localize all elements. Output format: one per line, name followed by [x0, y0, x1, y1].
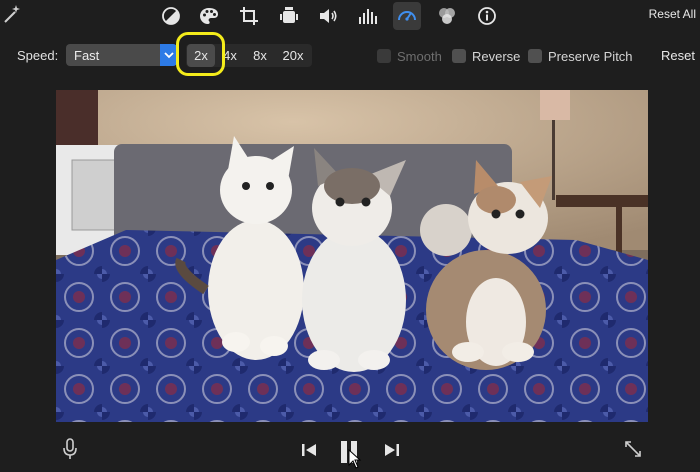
chevron-down-icon — [160, 44, 177, 66]
magic-wand-icon[interactable] — [2, 3, 22, 25]
skip-back-icon — [302, 444, 316, 456]
smooth-checkbox-box — [377, 49, 391, 63]
reset-button[interactable]: Reset — [661, 48, 695, 63]
preserve-pitch-checkbox-box — [528, 49, 542, 63]
video-preview[interactable] — [56, 90, 648, 422]
speed-controls: Speed: Fast 2x 4x 8x 20x Smooth Reverse … — [0, 36, 700, 76]
expand-icon — [625, 441, 641, 457]
stabilization-icon — [280, 7, 298, 23]
info-button[interactable] — [473, 2, 501, 30]
fullscreen-button[interactable] — [622, 438, 644, 460]
highlight-annotation — [176, 32, 225, 76]
reverse-label: Reverse — [472, 48, 521, 64]
reset-all-button[interactable]: Reset All — [649, 7, 696, 21]
skip-back-button[interactable] — [298, 440, 320, 460]
kitten-calico-center — [302, 148, 406, 372]
reverse-checkbox-box — [452, 49, 466, 63]
video-frame-kittens — [56, 90, 648, 422]
clip-filter-button[interactable] — [433, 2, 461, 30]
clip-filter-icon — [439, 8, 455, 24]
color-correction-button[interactable] — [195, 2, 223, 30]
skip-forward-button[interactable] — [381, 440, 403, 460]
volume-button[interactable] — [314, 2, 342, 30]
color-correction-icon — [200, 8, 218, 24]
multiplier-8x-button[interactable]: 8x — [248, 44, 272, 67]
color-balance-icon — [162, 7, 180, 25]
speed-icon — [398, 11, 416, 21]
mouse-cursor — [346, 448, 364, 470]
speed-select[interactable]: Fast — [66, 44, 177, 66]
preserve-pitch-label: Preserve Pitch — [548, 48, 633, 64]
equalizer-button[interactable] — [354, 2, 382, 30]
preserve-pitch-checkbox[interactable]: Preserve Pitch — [528, 48, 633, 64]
crop-icon — [240, 7, 258, 25]
speed-select-value: Fast — [74, 48, 100, 63]
cursor-arrow-icon — [348, 449, 362, 469]
smooth-label: Smooth — [397, 48, 442, 64]
color-balance-button[interactable] — [157, 2, 185, 30]
speed-label: Speed: — [17, 48, 59, 63]
smooth-checkbox[interactable]: Smooth — [377, 48, 442, 64]
multiplier-20x-button[interactable]: 20x — [278, 44, 308, 67]
volume-icon — [320, 9, 337, 23]
skip-forward-icon — [385, 444, 399, 456]
stabilization-button[interactable] — [275, 2, 303, 30]
inspector-toolbar: Reset All — [0, 0, 700, 32]
crop-button[interactable] — [235, 2, 263, 30]
equalizer-icon — [359, 9, 377, 24]
microphone-icon — [63, 438, 77, 459]
speed-button[interactable] — [393, 2, 421, 30]
reverse-checkbox[interactable]: Reverse — [452, 48, 520, 64]
info-icon — [478, 7, 496, 25]
voiceover-button[interactable] — [60, 436, 80, 462]
